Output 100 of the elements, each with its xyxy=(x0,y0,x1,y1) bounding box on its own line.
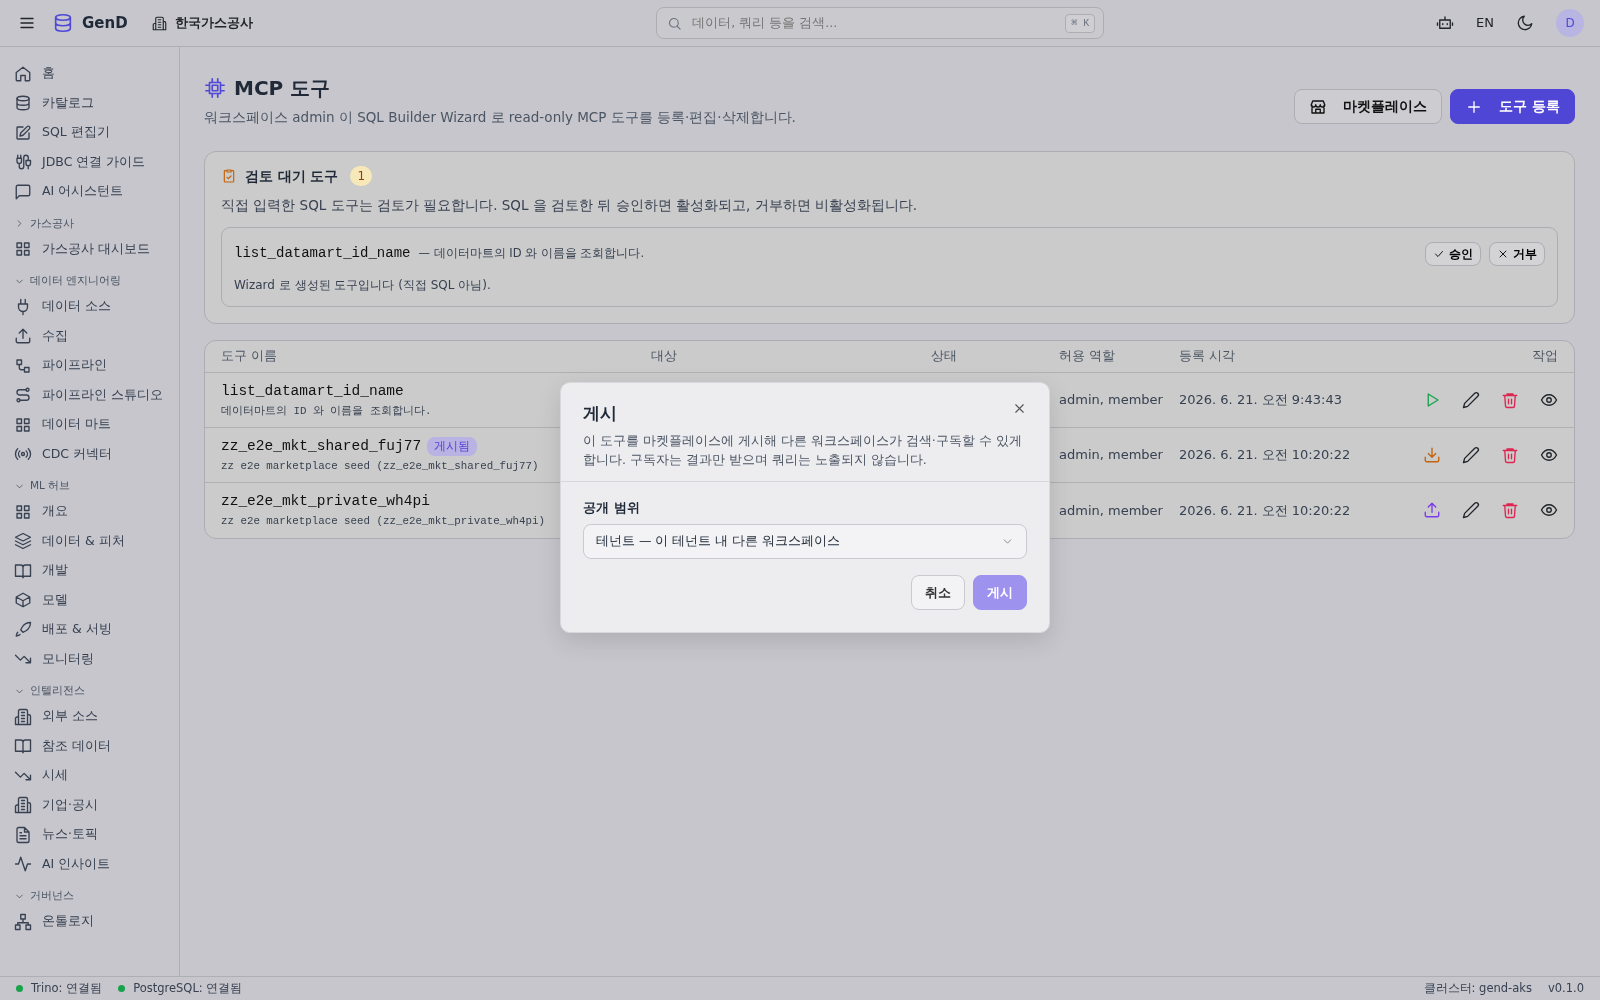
rocket-icon xyxy=(14,620,32,639)
sidebar-item[interactable]: 참조 데이터 xyxy=(14,731,179,761)
section-header[interactable]: 데이터 엔지니어링 xyxy=(14,274,179,288)
sidebar-item[interactable]: 데이터 & 피처 xyxy=(14,526,179,556)
nodes-icon xyxy=(14,356,32,375)
download-button[interactable] xyxy=(1423,445,1441,464)
tool-description: zz e2e marketplace seed (zz_e2e_mkt_private_wh4pi) xyxy=(221,514,545,530)
store-icon xyxy=(1309,97,1328,116)
section-header[interactable]: ML 허브 xyxy=(14,479,179,493)
section-header[interactable]: 거버넌스 xyxy=(14,889,179,903)
sidebar-item[interactable]: 기업·공시 xyxy=(14,790,179,820)
sidebar-item[interactable]: 온톨로지 xyxy=(14,907,179,937)
pulse-icon xyxy=(14,855,32,874)
language-button[interactable]: EN xyxy=(1476,13,1494,33)
delete-button[interactable] xyxy=(1501,390,1519,409)
clipboard-icon xyxy=(221,168,237,185)
sidebar-item[interactable]: SQL 편집기 xyxy=(14,118,179,148)
sidebar-item[interactable]: 카탈로그 xyxy=(14,88,179,118)
cluster-name: 클러스터: gend-aks xyxy=(1423,979,1532,997)
sidebar-item[interactable]: 데이터 마트 xyxy=(14,410,179,440)
delete-button[interactable] xyxy=(1501,501,1519,520)
sidebar-item[interactable]: 개발 xyxy=(14,556,179,586)
moon-icon xyxy=(1516,14,1534,32)
tool-name[interactable]: list_datamart_id_name xyxy=(221,380,404,403)
download-icon xyxy=(1423,445,1441,464)
tool-description: zz e2e marketplace seed (zz_e2e_mkt_shared_fuj77) xyxy=(221,458,539,474)
close-icon xyxy=(1012,401,1027,416)
edit-button[interactable] xyxy=(1462,445,1480,464)
dialog-description: 이 도구를 마켓플레이스에 게시해 다른 워크스페이스가 검색·구독할 수 있게 합니다. 구독자는 결과만 받으며 쿼리는 노출되지 않습니다. xyxy=(583,431,1023,469)
building-icon xyxy=(151,15,167,31)
sidebar-item[interactable]: 모니터링 xyxy=(14,644,179,674)
approve-button[interactable]: 승인 xyxy=(1425,241,1481,266)
network-icon xyxy=(14,912,32,931)
upload-button[interactable] xyxy=(1423,501,1441,520)
sidebar-item[interactable]: 파이프라인 xyxy=(14,351,179,381)
org-switcher[interactable]: 한국가스공사 xyxy=(151,13,253,33)
sidebar-item[interactable]: 가스공사 대시보드 xyxy=(14,234,179,264)
sidebar-item[interactable]: AI 어시스턴트 xyxy=(14,177,179,207)
upload-icon xyxy=(14,327,32,346)
field-label: 공개 범위 xyxy=(583,499,641,518)
section-header[interactable]: 인텔리전스 xyxy=(14,684,179,698)
page-title: MCP 도구 xyxy=(234,75,331,102)
dialog-title: 게시 xyxy=(583,402,617,425)
connection-status: PostgreSQL: 연결됨 xyxy=(133,979,243,997)
sidebar-item[interactable]: 홈 xyxy=(14,59,179,89)
column-header: 허용 역할 xyxy=(1059,346,1115,365)
sidebar-item[interactable]: 외부 소스 xyxy=(14,702,179,732)
chat-icon xyxy=(14,182,32,201)
close-button[interactable] xyxy=(1012,401,1027,416)
table-cell-text: 2026. 6. 21. 오전 10:20:22 xyxy=(1179,501,1351,520)
sidebar-item[interactable]: JDBC 연결 가이드 xyxy=(14,147,179,177)
column-header: 도구 이름 xyxy=(221,346,277,365)
tool-name[interactable]: zz_e2e_mkt_shared_fuj77 xyxy=(221,435,422,458)
reject-button[interactable]: 거부 xyxy=(1489,241,1545,266)
cube-icon xyxy=(14,591,32,610)
sidebar-item[interactable]: 파이프라인 스튜디오 xyxy=(14,380,179,410)
user-avatar[interactable]: D xyxy=(1556,9,1584,37)
sidebar-item[interactable]: 개요 xyxy=(14,497,179,527)
table-cell-text: 2026. 6. 21. 오전 10:20:22 xyxy=(1179,446,1351,464)
brand-name: GenD xyxy=(82,12,128,34)
sidebar-item[interactable]: CDC 커넥터 xyxy=(14,439,179,469)
cancel-button[interactable]: 취소 xyxy=(911,574,965,610)
cable-icon xyxy=(14,153,32,172)
tool-note: Wizard 로 생성된 도구입니다 (직접 SQL 아님). xyxy=(234,276,492,294)
search-field[interactable]: 데이터, 쿼리 등을 검색... xyxy=(690,12,1058,34)
table-cell-text: 2026. 6. 21. 오전 9:43:43 xyxy=(1179,391,1342,409)
connection-status: Trino: 연결됨 xyxy=(31,979,103,997)
grid-icon xyxy=(14,502,32,521)
search-icon xyxy=(667,15,683,31)
trash-icon xyxy=(1501,390,1519,409)
route-icon xyxy=(14,386,32,405)
sidebar-item[interactable]: 뉴스·토픽 xyxy=(14,820,179,850)
delete-button[interactable] xyxy=(1501,445,1519,464)
register-button[interactable]: 도구 등록 xyxy=(1450,89,1575,124)
robot-icon xyxy=(1436,14,1455,32)
home-icon xyxy=(14,64,32,83)
upload-icon xyxy=(1423,501,1441,520)
assistant-button[interactable] xyxy=(1436,14,1455,32)
theme-button[interactable] xyxy=(1516,14,1534,32)
book-icon xyxy=(14,561,32,580)
sidebar-item[interactable]: 시세 xyxy=(14,761,179,791)
search-bar[interactable]: 데이터, 쿼리 등을 검색... ⌘ K xyxy=(656,7,1105,39)
building-icon xyxy=(14,707,32,726)
book-icon xyxy=(14,737,32,756)
trash-icon xyxy=(1501,501,1519,520)
sidebar-item[interactable]: 데이터 소스 xyxy=(14,292,179,322)
sidebar-item[interactable]: 배포 & 서빙 xyxy=(14,615,179,645)
tool-name[interactable]: zz_e2e_mkt_private_wh4pi xyxy=(221,491,430,514)
trash-icon xyxy=(1501,445,1519,464)
marketplace-button[interactable]: 마켓플레이스 xyxy=(1294,89,1443,124)
sidebar-item[interactable]: 모델 xyxy=(14,585,179,615)
edit-button[interactable] xyxy=(1462,390,1480,409)
scope-select[interactable]: 테넌트 — 이 테넌트 내 다른 워크스페이스 xyxy=(583,523,1027,559)
section-header[interactable]: 가스공사 xyxy=(14,216,179,231)
sidebar-item[interactable]: 수집 xyxy=(14,321,179,351)
edit-button[interactable] xyxy=(1462,501,1480,520)
card-description: 직접 입력한 SQL 도구는 검토가 필요합니다. SQL 을 검토한 뒤 승인하면 활성화되고, 거부하면 비활성화됩니다. xyxy=(221,195,919,215)
tool-description: 데이터마트의 ID 와 이름을 조회합니다. xyxy=(221,403,432,419)
database-icon xyxy=(52,12,74,34)
sidebar-item[interactable]: AI 인사이트 xyxy=(14,849,179,879)
